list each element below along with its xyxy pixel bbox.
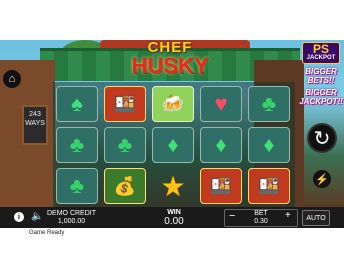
star-scatter-symbol: ★ <box>160 170 186 202</box>
heart-symbol: ♥ <box>200 86 242 122</box>
diamond-symbol: ♦ <box>248 127 290 163</box>
chalkboard-sign: 243 WAYS <box>22 105 48 145</box>
home-icon[interactable]: ⌂ <box>3 70 21 88</box>
ps-jackpot-badge: PS JACKPOT <box>301 42 341 64</box>
reel-symbol: ♦ <box>150 125 196 165</box>
bet-display: BET 0.30 <box>250 210 272 226</box>
reel-symbol: 💰 <box>102 166 148 206</box>
bet-label: BET <box>254 210 268 217</box>
reel-symbol: ★ <box>150 166 196 206</box>
credit-label: DEMO CREDIT <box>47 210 96 217</box>
slot-game: CHEF HUSKY ⌂ 243 WAYS ♠ 🍱 🍻 ♥ ♣ ♣ ♣ ♦ ♦ … <box>0 0 344 274</box>
reel-symbol: ♣ <box>102 125 148 165</box>
demo-credit: DEMO CREDIT 1,000.00 <box>47 210 96 226</box>
info-button[interactable]: i <box>14 212 24 222</box>
win-display: WIN 0.00 <box>158 208 190 227</box>
status-text: Game Ready <box>29 230 65 236</box>
spin-button[interactable]: ↻ <box>307 123 337 153</box>
bet-increase-button[interactable]: + <box>285 210 291 221</box>
reel-symbol: ♣ <box>54 125 100 165</box>
reel-symbol: ♣ <box>54 166 100 206</box>
reel-symbol: ♣ <box>246 84 292 124</box>
beer-mugs-symbol: 🍻 <box>152 86 194 122</box>
logo-husky: HUSKY <box>131 53 209 78</box>
club-symbol: ♣ <box>56 127 98 163</box>
info-icon: i <box>18 213 20 221</box>
diamond-symbol: ♦ <box>200 127 242 163</box>
lightning-icon: ⚡ <box>315 173 329 186</box>
credit-value: 1,000.00 <box>57 218 86 225</box>
speaker-icon: 🔈 <box>31 211 44 222</box>
reel-symbol: ♦ <box>198 125 244 165</box>
gold-pot-symbol: 💰 <box>104 168 146 204</box>
reel-grid: ♠ 🍱 🍻 ♥ ♣ ♣ ♣ ♦ ♦ ♦ ♣ 💰 ★ 🍱 🍱 <box>53 82 295 208</box>
ps-badge-sub: JACKPOT <box>306 55 336 61</box>
food-platter-symbol: 🍱 <box>104 86 146 122</box>
refresh-icon: ↻ <box>313 127 331 150</box>
diamond-symbol: ♦ <box>152 127 194 163</box>
club-symbol: ♣ <box>56 168 98 204</box>
food-platter-symbol: 🍱 <box>248 168 290 204</box>
game-logo: CHEF HUSKY <box>115 38 225 80</box>
promo-bigger-jackpot: BIGGER JACKPOT!! <box>299 88 343 106</box>
sound-button[interactable]: 🔈 <box>31 211 43 222</box>
turbo-button[interactable]: ⚡ <box>313 170 331 188</box>
bet-decrease-button[interactable]: − <box>229 210 235 222</box>
top-letterbox <box>0 0 344 40</box>
auto-button[interactable]: AUTO <box>302 210 330 226</box>
bet-value: 0.30 <box>254 218 268 225</box>
reel-symbol: ♥ <box>198 84 244 124</box>
food-platter-symbol: 🍱 <box>200 168 242 204</box>
status-bar: Game Ready <box>0 228 344 274</box>
reel-symbol: 🍱 <box>246 166 292 206</box>
reel-symbol: 🍻 <box>150 84 196 124</box>
ps-badge-text: PS <box>312 42 329 56</box>
reel-symbol: 🍱 <box>102 84 148 124</box>
club-symbol: ♣ <box>104 127 146 163</box>
reel-symbol: ♠ <box>54 84 100 124</box>
spade-symbol: ♠ <box>56 86 98 122</box>
promo-bigger-bets: BIGGER BETS!! <box>305 67 337 85</box>
reel-symbol: 🍱 <box>198 166 244 206</box>
win-value: 0.00 <box>164 216 184 227</box>
reel-symbol: ♦ <box>246 125 292 165</box>
club-symbol: ♣ <box>248 86 290 122</box>
